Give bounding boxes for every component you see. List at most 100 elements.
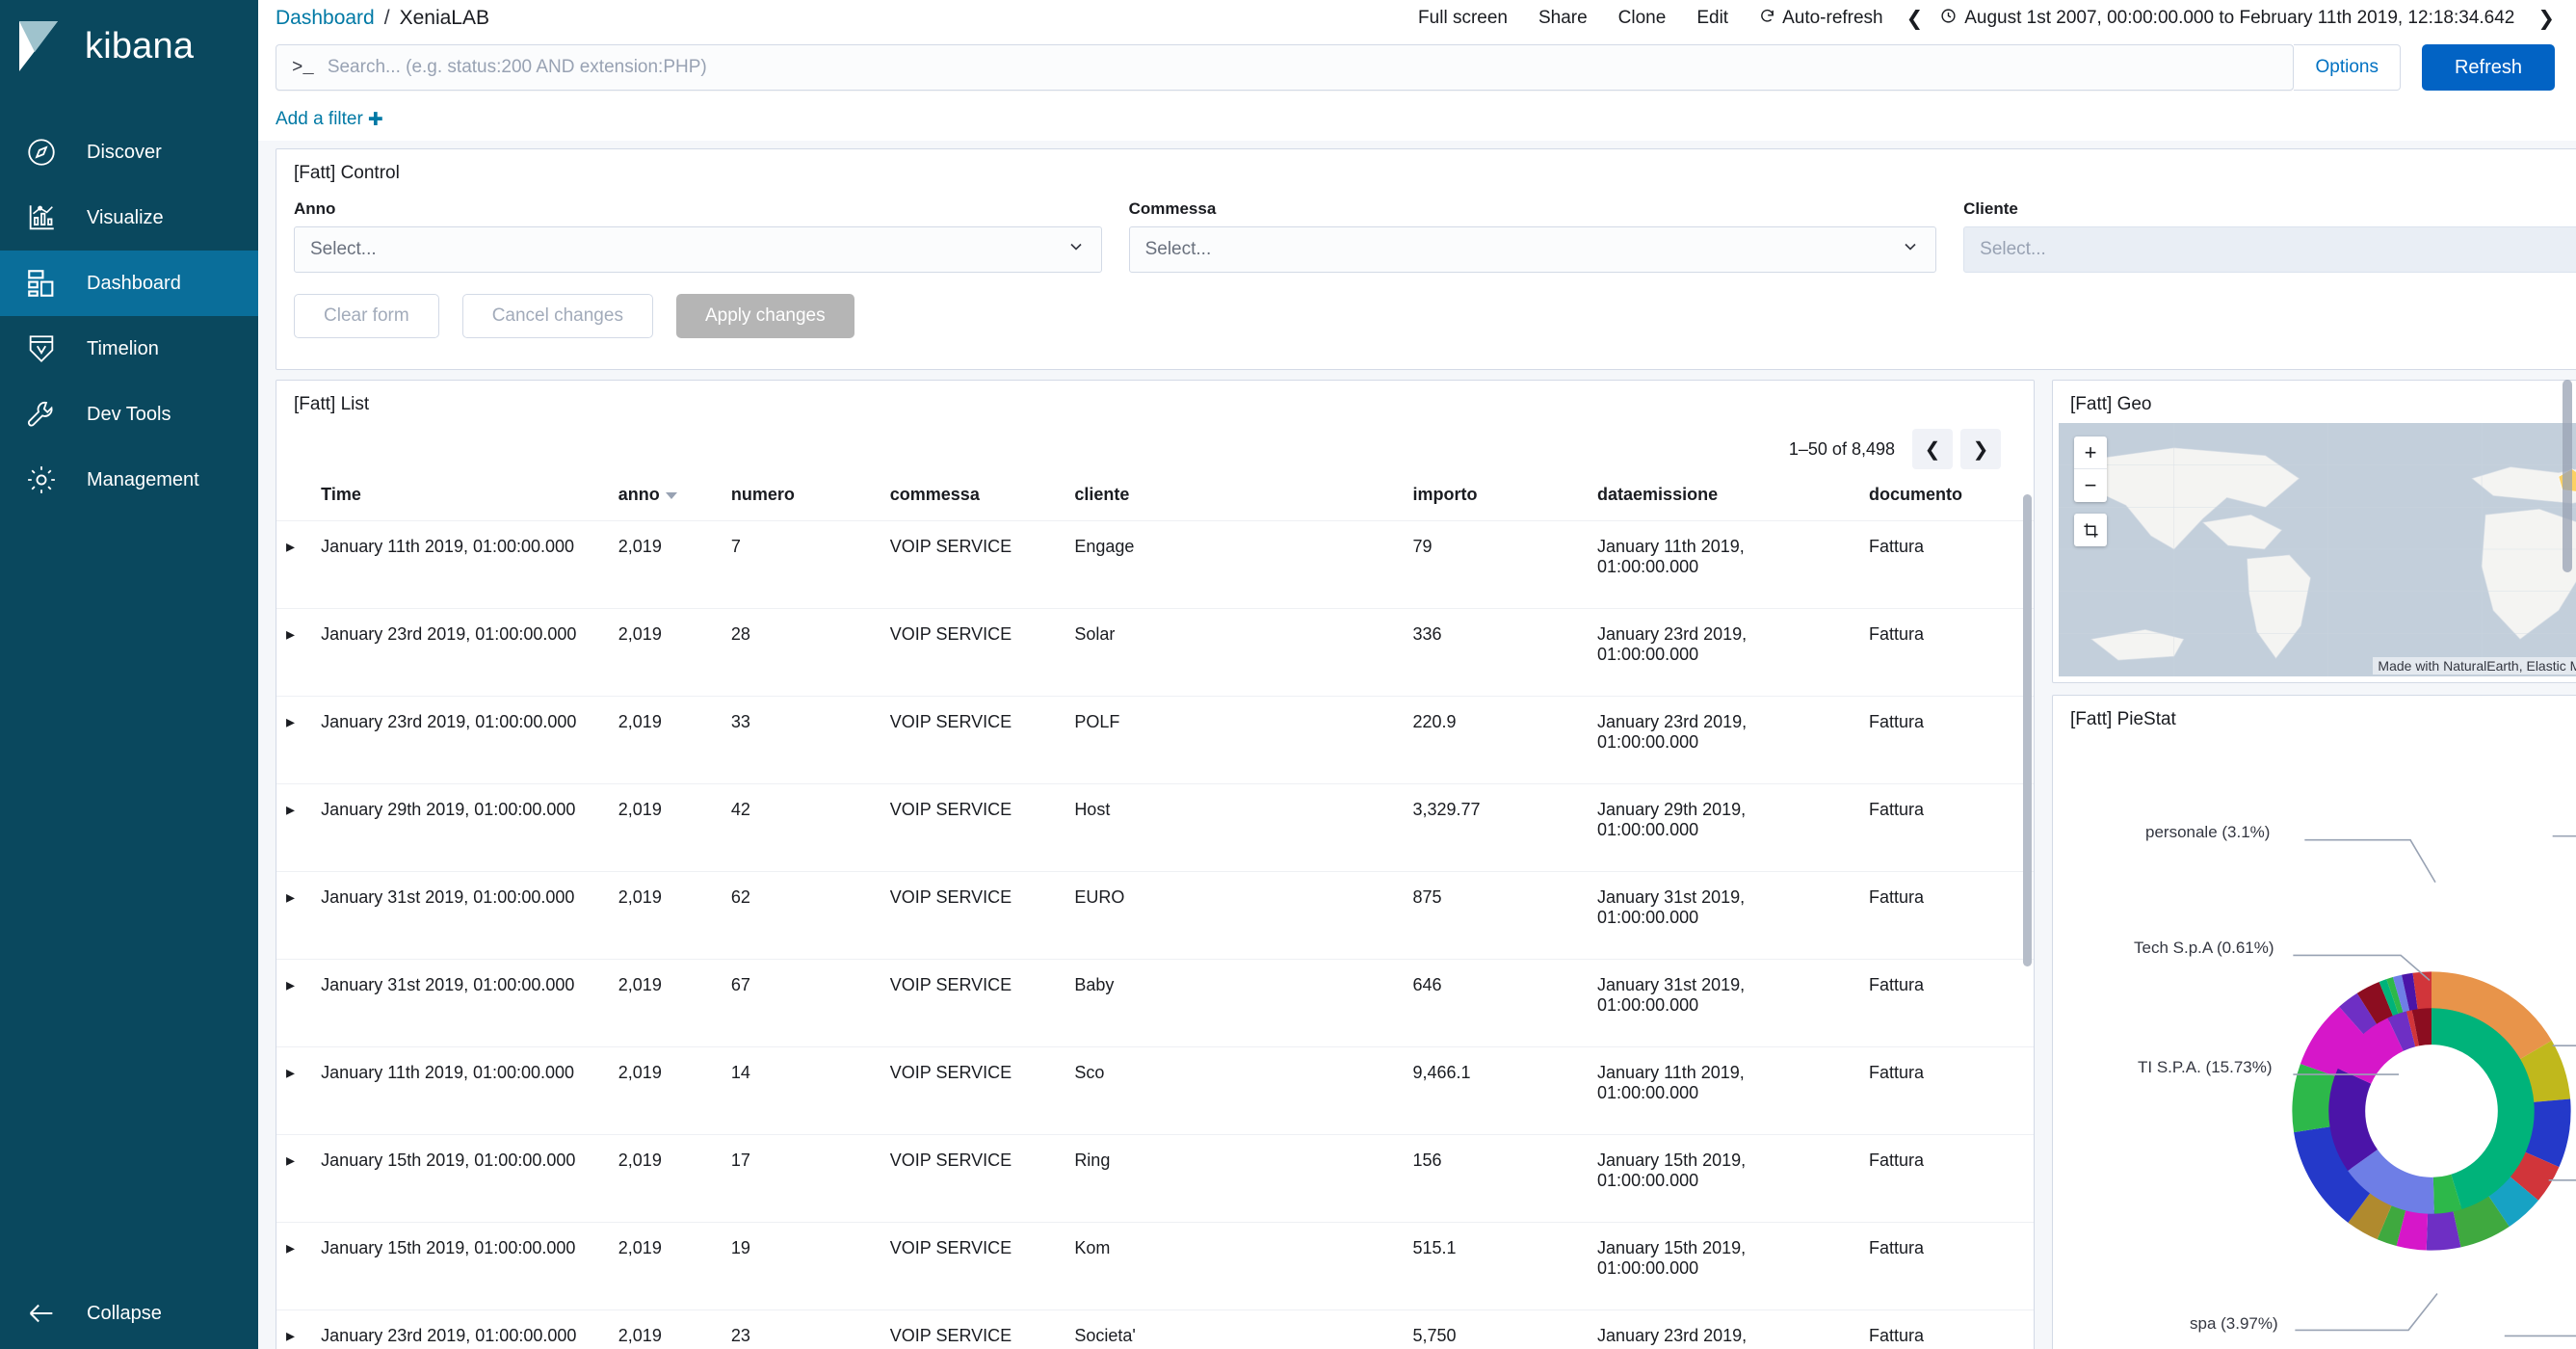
cell-numero: 28	[721, 608, 881, 697]
auto-refresh-button[interactable]: Auto-refresh	[1759, 8, 1883, 30]
cell-anno: 2,019	[608, 1222, 722, 1310]
app-root: kibana Discover Visualize Dashboard Time…	[0, 0, 2576, 1349]
sidebar-item-discover[interactable]: Discover	[0, 119, 258, 185]
cancel-changes-button[interactable]: Cancel changes	[461, 294, 653, 338]
share-button[interactable]: Share	[1538, 8, 1588, 29]
table-row[interactable]: ▸ January 11th 2019, 01:00:00.000 2,019 14 V…	[276, 1046, 2034, 1135]
options-button[interactable]: Options	[2294, 44, 2401, 91]
search-input[interactable]	[327, 57, 2278, 78]
table-row[interactable]: ▸ January 11th 2019, 01:00:00.000 2,019 7 VO…	[276, 520, 2034, 609]
clone-button[interactable]: Clone	[1618, 8, 1667, 29]
sidebar-item-visualize[interactable]: Visualize	[0, 185, 258, 251]
brand[interactable]: kibana	[0, 0, 258, 93]
time-range-label: August 1st 2007, 00:00:00.000 to Februar…	[1964, 8, 2515, 28]
map-zoom-in-button[interactable]: +	[2074, 436, 2107, 469]
pie-body: personale (3.1%) Tech S.p.A (0.61%) TI S…	[2053, 740, 2576, 1349]
breadcrumb-root[interactable]: Dashboard	[276, 7, 375, 30]
wrench-icon	[21, 394, 62, 435]
row-expand-toggle[interactable]: ▸	[276, 608, 312, 697]
table-head: Time anno numero commessa cliente import…	[276, 479, 2034, 521]
time-next-button[interactable]: ❯	[2537, 7, 2555, 31]
map-canvas[interactable]: + − Commesse 1 –	[2059, 423, 2576, 676]
map-zoom-group: + −	[2074, 436, 2107, 502]
row-expand-toggle[interactable]: ▸	[276, 1309, 312, 1349]
canvas-scrollbar-thumb[interactable]	[2563, 380, 2572, 572]
sidebar-item-management[interactable]: Management	[0, 447, 258, 513]
table-row[interactable]: ▸ January 15th 2019, 01:00:00.000 2,019 17 V…	[276, 1134, 2034, 1223]
cell-commessa: VOIP SERVICE	[880, 1309, 1065, 1349]
table-row[interactable]: ▸ January 29th 2019, 01:00:00.000 2,019 42 V…	[276, 783, 2034, 872]
col-anno[interactable]: anno	[608, 479, 722, 521]
col-numero[interactable]: numero	[721, 479, 881, 521]
sidebar-item-timelion[interactable]: Timelion	[0, 316, 258, 382]
sidebar-item-label: Discover	[87, 141, 162, 163]
cell-importo: 336	[1403, 608, 1589, 697]
row-expand-toggle[interactable]: ▸	[276, 1134, 312, 1223]
time-range-picker[interactable]: August 1st 2007, 00:00:00.000 to Februar…	[1940, 8, 2514, 30]
cell-dataemissione: January 11th 2019, 01:00:00.000	[1588, 1046, 1860, 1135]
col-dataemissione[interactable]: dataemissione	[1588, 479, 1860, 521]
table-row[interactable]: ▸ January 31st 2019, 01:00:00.000 2,019 67 V…	[276, 959, 2034, 1047]
edit-button[interactable]: Edit	[1696, 8, 1728, 29]
row-expand-toggle[interactable]: ▸	[276, 871, 312, 960]
full-screen-button[interactable]: Full screen	[1418, 8, 1508, 29]
dashboard-icon	[21, 263, 62, 304]
apply-changes-button[interactable]: Apply changes	[675, 294, 854, 338]
table-row[interactable]: ▸ January 23rd 2019, 01:00:00.000 2,019 33 V…	[276, 696, 2034, 784]
clear-form-button[interactable]: Clear form	[294, 294, 439, 338]
cell-anno: 2,019	[608, 696, 722, 784]
cell-commessa: VOIP SERVICE	[880, 608, 1065, 697]
cell-time: January 29th 2019, 01:00:00.000	[311, 783, 609, 872]
table-row[interactable]: ▸ January 15th 2019, 01:00:00.000 2,019 19 V…	[276, 1222, 2034, 1310]
row-expand-toggle[interactable]: ▸	[276, 696, 312, 784]
row-expand-toggle[interactable]: ▸	[276, 1222, 312, 1310]
row-expand-toggle[interactable]: ▸	[276, 783, 312, 872]
panel-fatt-geo: [Fatt] Geo + − Made with NaturalEarth, E…	[2052, 380, 2576, 683]
pager-prev-button[interactable]: ❮	[1912, 429, 1953, 469]
commessa-select[interactable]: Select...	[1128, 226, 1937, 273]
col-time[interactable]: Time	[311, 479, 609, 521]
cell-dataemissione: January 31st 2019, 01:00:00.000	[1588, 871, 1860, 960]
table-row[interactable]: ▸ January 23rd 2019, 01:00:00.000 2,019 23 V…	[276, 1309, 2034, 1349]
kibana-logo-icon	[13, 19, 67, 73]
sidebar-nav: Discover Visualize Dashboard Timelion De…	[0, 119, 258, 513]
search-input-wrapper[interactable]: >_	[276, 44, 2295, 91]
control-fields-row: Anno Select... Commessa Select... Client…	[276, 192, 2576, 273]
table-scrollbar[interactable]	[2023, 494, 2032, 966]
col-importo[interactable]: importo	[1403, 479, 1589, 521]
row-expand-toggle[interactable]: ▸	[276, 959, 312, 1047]
row-expand-toggle[interactable]: ▸	[276, 1046, 312, 1135]
table-row[interactable]: ▸ January 31st 2019, 01:00:00.000 2,019 62 V…	[276, 871, 2034, 960]
panel-title: [Fatt] Geo	[2070, 394, 2152, 414]
cell-time: January 23rd 2019, 01:00:00.000	[311, 1309, 609, 1349]
cell-numero: 14	[721, 1046, 881, 1135]
sidebar-item-dashboard[interactable]: Dashboard	[0, 251, 258, 316]
table-row[interactable]: ▸ January 23rd 2019, 01:00:00.000 2,019 28 V…	[276, 608, 2034, 697]
col-cliente[interactable]: cliente	[1065, 479, 1404, 521]
refresh-button[interactable]: Refresh	[2421, 44, 2555, 91]
cell-dataemissione: January 23rd 2019, 01:00:00.000	[1588, 608, 1860, 697]
cell-time: January 11th 2019, 01:00:00.000	[311, 1046, 609, 1135]
donut-chart[interactable]	[2053, 740, 2576, 1349]
sidebar-item-label: Dashboard	[87, 272, 181, 294]
sidebar-collapse-button[interactable]: Collapse	[0, 1278, 258, 1349]
map-zoom-out-button[interactable]: −	[2074, 469, 2107, 502]
col-documento[interactable]: documento	[1859, 479, 2034, 521]
cliente-select[interactable]: Select...	[1963, 226, 2576, 273]
control-field-anno: Anno Select...	[294, 199, 1129, 273]
map-fit-bounds-button[interactable]	[2074, 514, 2107, 546]
sidebar-item-label: Timelion	[87, 337, 159, 359]
sidebar-item-dev-tools[interactable]: Dev Tools	[0, 382, 258, 447]
cell-commessa: VOIP SERVICE	[880, 520, 1065, 609]
add-filter-button[interactable]: Add a filter ✚	[276, 109, 383, 131]
row-expand-toggle[interactable]: ▸	[276, 520, 312, 609]
control-label: Cliente	[1963, 199, 2018, 218]
panel-title: [Fatt] PieStat	[2070, 709, 2176, 729]
cell-cliente: Ring	[1065, 1134, 1404, 1223]
cell-numero: 42	[721, 783, 881, 872]
pager-next-button[interactable]: ❯	[1960, 429, 2001, 469]
col-commessa[interactable]: commessa	[880, 479, 1065, 521]
control-field-cliente: Cliente Select...	[1963, 199, 2576, 273]
time-prev-button[interactable]: ❮	[1906, 7, 1924, 31]
anno-select[interactable]: Select...	[294, 226, 1102, 273]
